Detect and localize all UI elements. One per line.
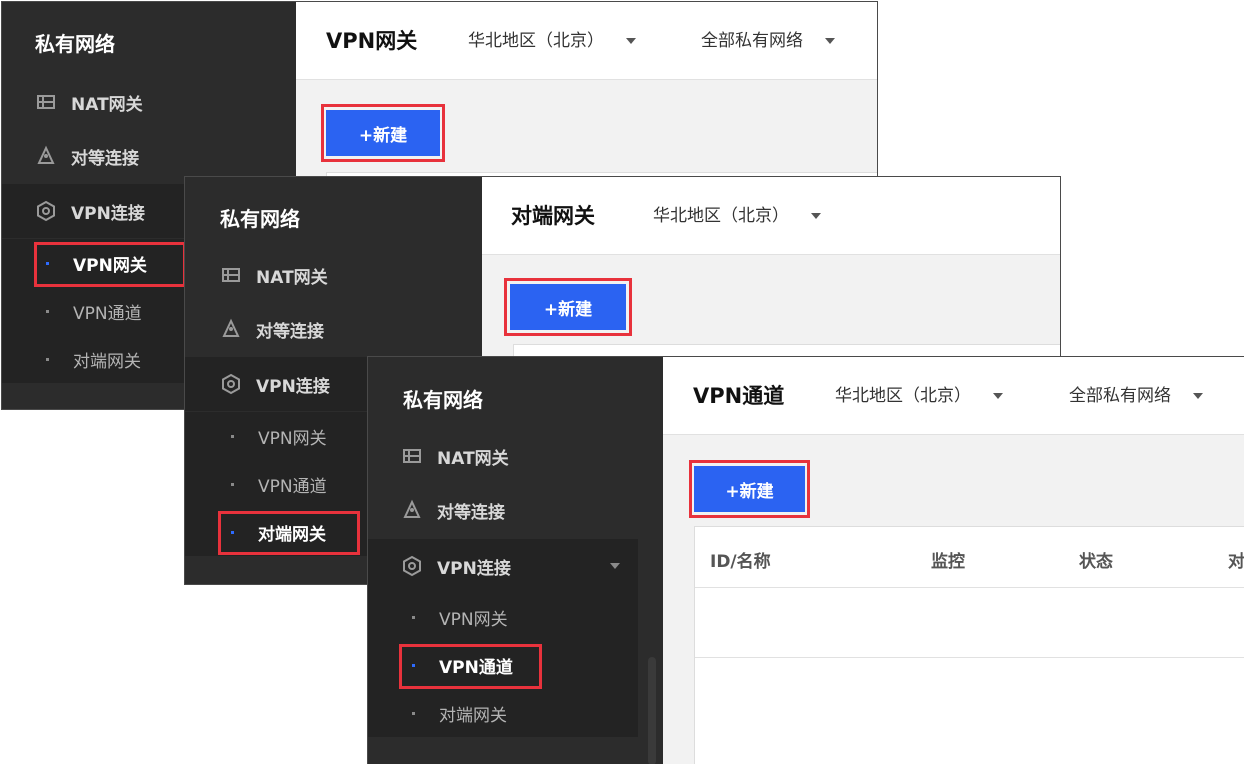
page-title: VPN网关 (326, 29, 418, 53)
region-value: 华北地区（北京） (468, 31, 604, 51)
vpc-value: 全部私有网络 (1069, 386, 1171, 406)
sidebar-item-nat[interactable]: NAT网关 (2, 75, 296, 129)
caret-down-icon (825, 38, 835, 44)
vpc-value: 全部私有网络 (701, 31, 803, 51)
column-header-truncated[interactable]: 对 (1228, 547, 1244, 572)
sidebar-item-label: 对端网关 (439, 705, 507, 726)
top-bar: VPN通道 华北地区（北京） 全部私有网络 (663, 357, 1244, 435)
sidebar-scrollbar[interactable] (648, 657, 656, 764)
peering-icon (401, 499, 423, 521)
table-divider (695, 657, 1244, 658)
sidebar-item-vpn-gateway[interactable]: VPN网关 (368, 593, 638, 641)
sidebar-item-label: NAT网关 (437, 448, 509, 469)
vpn-icon (401, 555, 423, 577)
vpc-select[interactable]: 全部私有网络 (701, 2, 835, 80)
sidebar-item-label: VPN通道 (73, 303, 142, 324)
peering-icon (220, 318, 242, 340)
table-divider (695, 587, 1244, 588)
top-bar: 对端网关 华北地区（北京） (482, 177, 1060, 255)
page-title: VPN通道 (693, 384, 785, 408)
new-button[interactable]: +新建 (326, 110, 440, 156)
vpc-select[interactable]: 全部私有网络 (1069, 357, 1203, 435)
region-value: 华北地区（北京） (835, 386, 971, 406)
top-bar: VPN网关 华北地区（北京） 全部私有网络 (296, 2, 877, 80)
bullet-dot (46, 357, 49, 361)
bullet-dot (412, 615, 415, 619)
column-header-id-name[interactable]: ID/名称 (710, 547, 771, 572)
sidebar: 私有网络 NAT网关 对等连接 VPN连接 VPN网关 VPN通道 对端网关 (368, 357, 663, 764)
caret-down-icon (811, 213, 821, 219)
sidebar-item-label: NAT网关 (71, 94, 143, 115)
sidebar-item-peering[interactable]: 对等连接 (368, 483, 663, 537)
sidebar-item-label: VPN连接 (437, 558, 511, 579)
highlight-box (34, 242, 186, 287)
sidebar-item-label: 对等连接 (256, 321, 324, 342)
sidebar-item-label: 对等连接 (71, 148, 139, 169)
chevron-down-icon (610, 563, 620, 569)
column-header-status[interactable]: 状态 (1079, 547, 1113, 572)
sidebar-title: 私有网络 (403, 388, 483, 412)
caret-down-icon (993, 393, 1003, 399)
vpn-icon (35, 200, 57, 222)
sidebar-item-label: 对端网关 (73, 351, 141, 372)
sidebar-item-label: VPN连接 (256, 376, 330, 397)
region-select[interactable]: 华北地区（北京） (835, 357, 1003, 435)
caret-down-icon (1193, 393, 1203, 399)
region-select[interactable]: 华北地区（北京） (468, 2, 636, 80)
bullet-dot (412, 711, 415, 715)
vpn-icon (220, 373, 242, 395)
sidebar-group-vpn[interactable]: VPN连接 (368, 539, 638, 593)
page-title: 对端网关 (511, 204, 595, 228)
sidebar-item-label: 对等连接 (437, 502, 505, 523)
sidebar-item-label: VPN连接 (71, 203, 145, 224)
highlight-box (399, 644, 542, 689)
sidebar-item-label: VPN通道 (258, 476, 327, 497)
sidebar-item-label: VPN网关 (258, 428, 327, 449)
bullet-dot (231, 482, 234, 486)
sidebar-title: 私有网络 (220, 207, 300, 231)
table: ID/名称 监控 状态 对 (694, 526, 1244, 764)
region-value: 华北地区（北京） (653, 206, 789, 226)
panel-vpn-tunnel: 私有网络 NAT网关 对等连接 VPN连接 VPN网关 VPN通道 对端网关 V… (367, 356, 1244, 764)
region-select[interactable]: 华北地区（北京） (653, 177, 821, 255)
peering-icon (35, 145, 57, 167)
bullet-dot (231, 434, 234, 438)
sidebar-item-peer-gateway[interactable]: 对端网关 (368, 689, 638, 737)
highlight-box (218, 511, 360, 555)
nat-gateway-icon (401, 445, 423, 467)
column-header-monitor[interactable]: 监控 (931, 547, 965, 572)
new-button[interactable]: +新建 (694, 466, 805, 512)
new-button[interactable]: +新建 (510, 284, 626, 330)
sidebar-title: 私有网络 (35, 32, 115, 56)
sidebar-item-nat[interactable]: NAT网关 (368, 429, 663, 483)
caret-down-icon (626, 38, 636, 44)
sidebar-item-peering[interactable]: 对等连接 (185, 302, 482, 356)
nat-gateway-icon (35, 91, 57, 113)
sidebar-item-nat[interactable]: NAT网关 (185, 248, 482, 302)
sidebar-item-peering[interactable]: 对等连接 (2, 129, 296, 183)
nat-gateway-icon (220, 264, 242, 286)
sidebar-item-label: NAT网关 (256, 267, 328, 288)
bullet-dot (46, 309, 49, 313)
sidebar-item-label: VPN网关 (439, 609, 508, 630)
